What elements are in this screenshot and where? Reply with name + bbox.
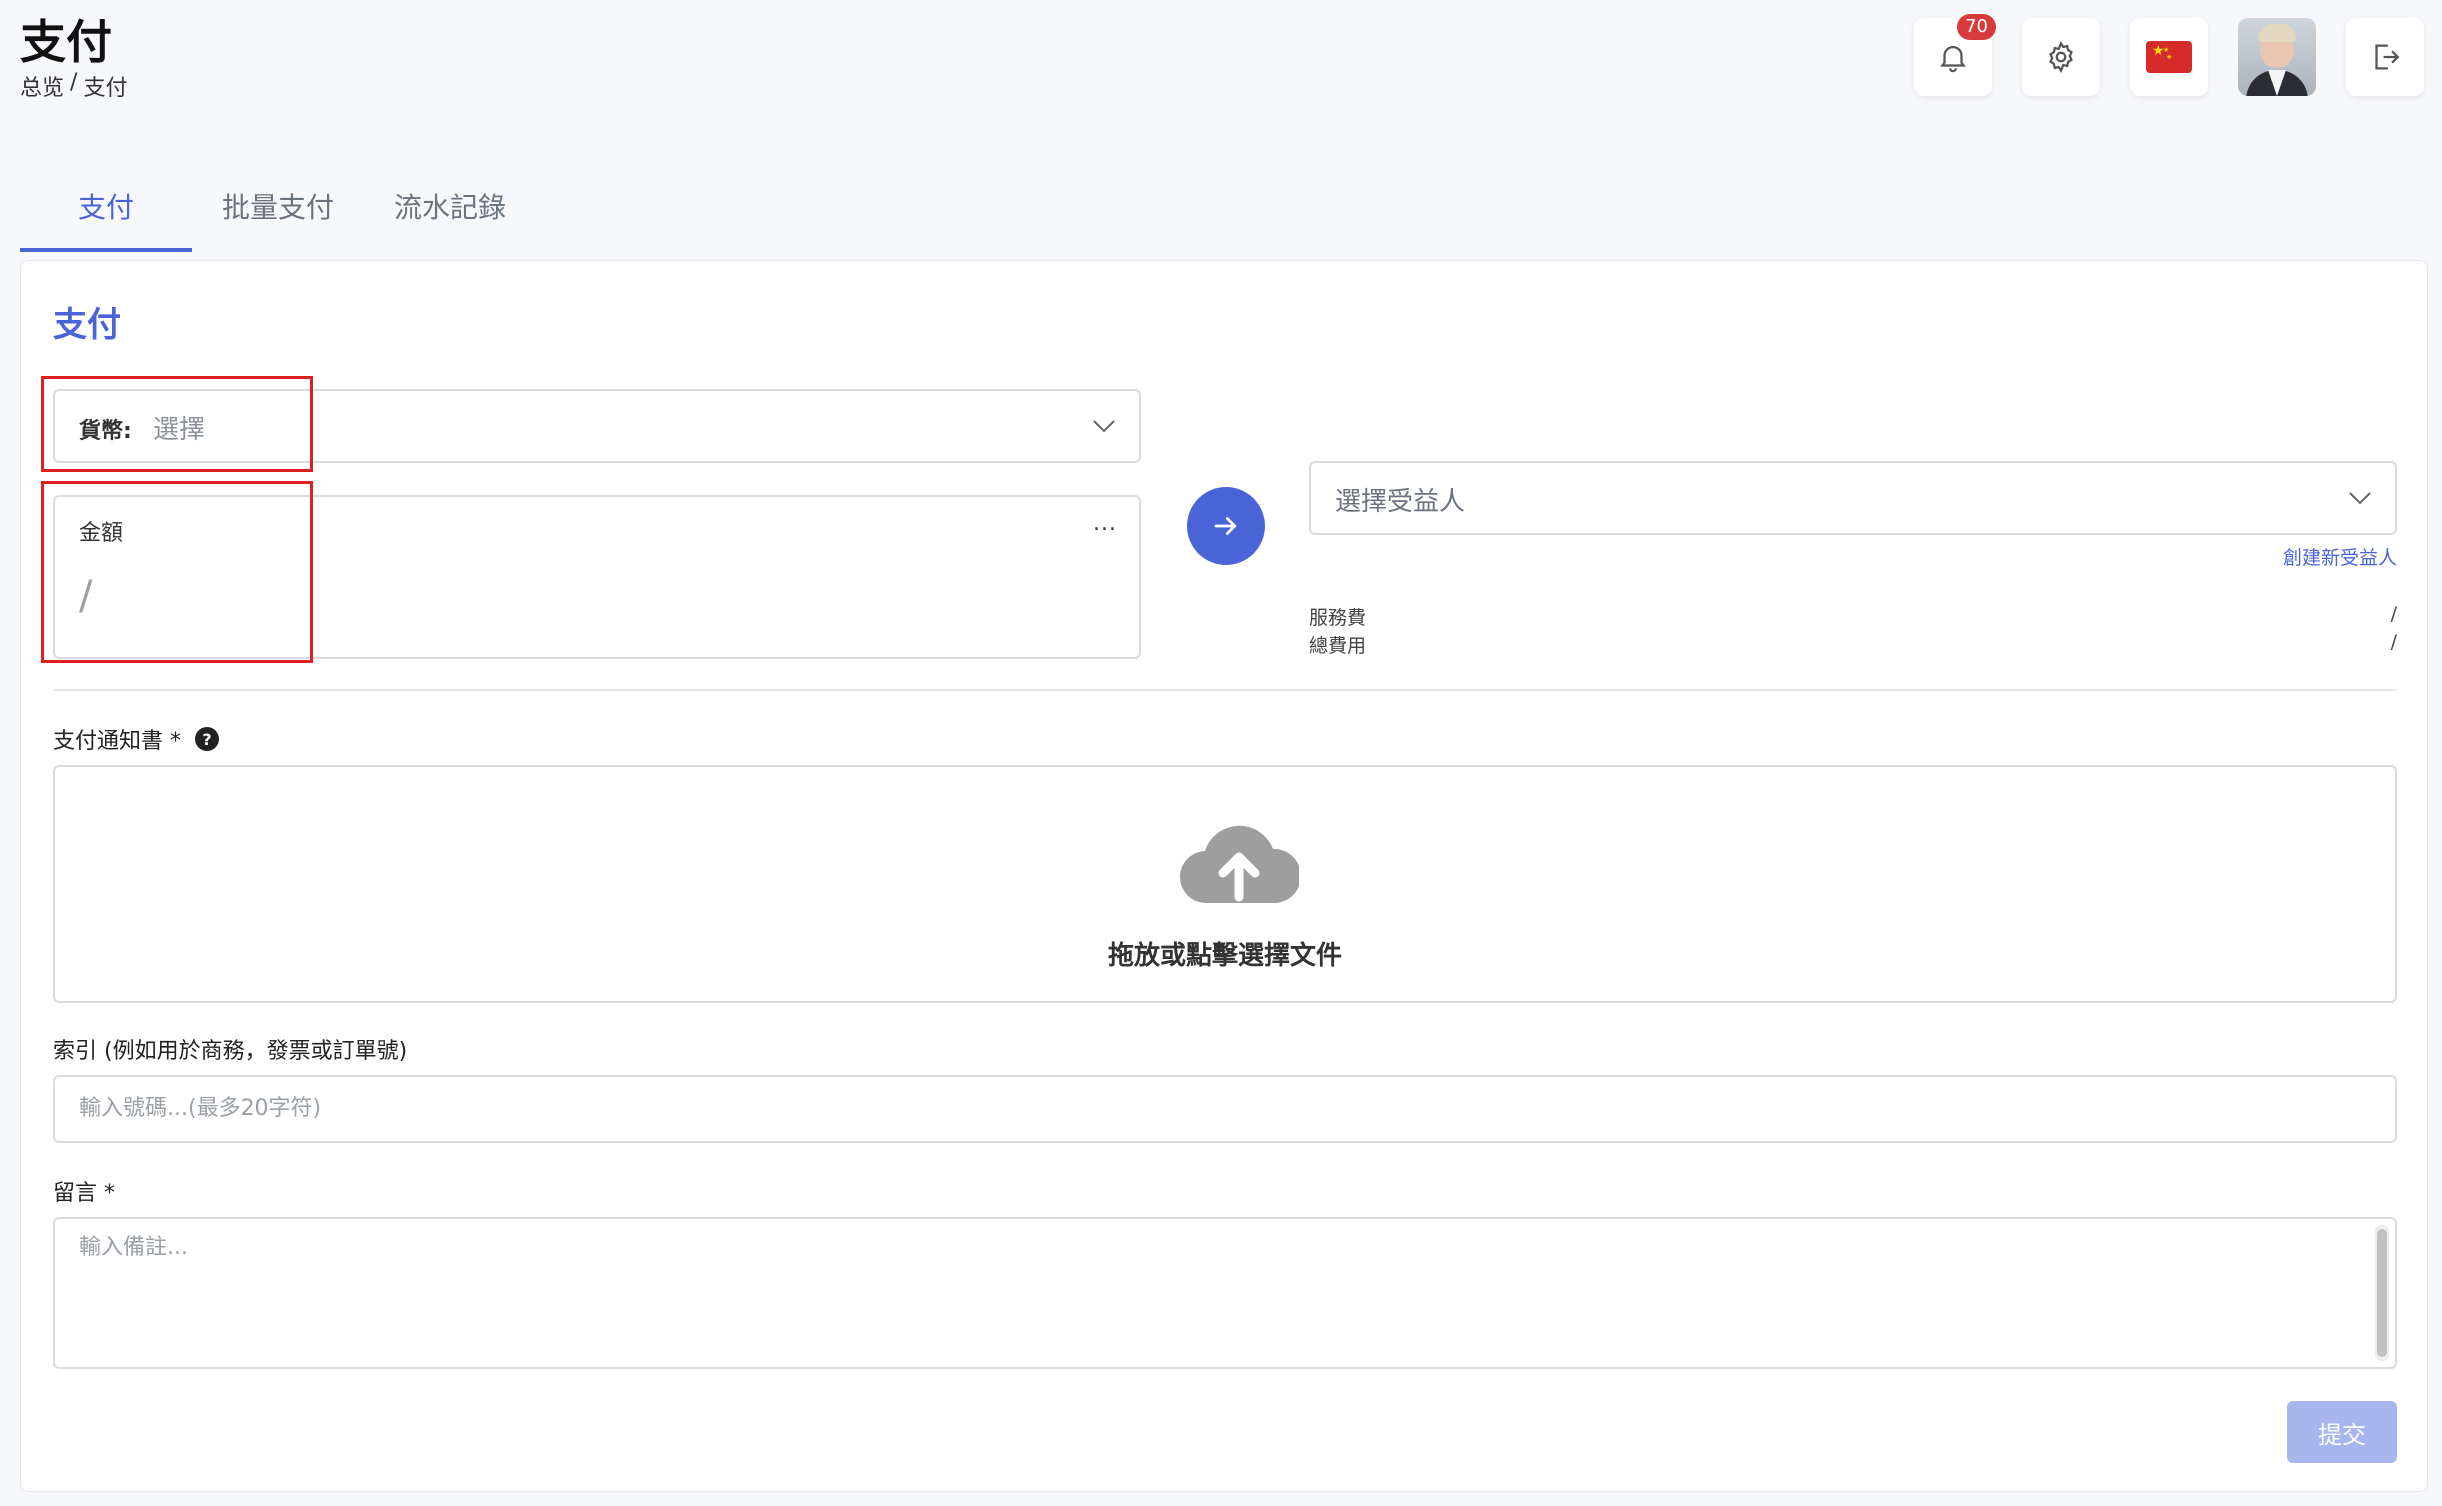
tab-bar: 支付 批量支付 流水記錄 bbox=[20, 168, 536, 252]
arrow-right-icon bbox=[1214, 517, 1237, 535]
payment-card: 支付 貨幣: 選擇 金額 / ... 選擇受益人 創建新受益人 服務費 / 總費… bbox=[20, 260, 2428, 1492]
textarea-scrollbar[interactable] bbox=[2375, 1225, 2389, 1361]
service-fee-label: 服務費 bbox=[1309, 607, 1367, 629]
arrow-right-button[interactable] bbox=[1187, 487, 1265, 565]
settings-button[interactable] bbox=[2022, 18, 2100, 96]
bell-icon bbox=[1940, 46, 1966, 73]
chevron-down-icon bbox=[2349, 492, 2371, 505]
logout-icon bbox=[2375, 44, 2400, 70]
message-placeholder: 輸入備註... bbox=[79, 1235, 188, 1260]
logout-button[interactable] bbox=[2346, 18, 2424, 96]
service-fee-value: / bbox=[2390, 603, 2397, 625]
payment-notice-label: 支付通知書 * ? bbox=[53, 723, 219, 755]
help-icon[interactable]: ? bbox=[195, 727, 219, 751]
highlight-box-currency bbox=[41, 376, 313, 472]
notifications-button[interactable]: 70 bbox=[1914, 14, 1996, 96]
create-beneficiary-link[interactable]: 創建新受益人 bbox=[2283, 543, 2397, 570]
breadcrumb-separator: / bbox=[70, 70, 78, 95]
gear-icon bbox=[2049, 41, 2073, 73]
divider bbox=[53, 689, 2397, 691]
submit-button[interactable]: 提交 bbox=[2287, 1401, 2397, 1463]
card-title: 支付 bbox=[53, 305, 121, 345]
page-title: 支付 bbox=[20, 15, 112, 69]
beneficiary-placeholder: 選擇受益人 bbox=[1335, 487, 1466, 517]
total-fee-label: 總費用 bbox=[1309, 635, 1367, 657]
total-fee-row: 總費用 / bbox=[1309, 631, 2397, 658]
message-textarea[interactable]: 輸入備註... bbox=[53, 1217, 2397, 1369]
chevron-down-icon bbox=[1093, 420, 1115, 433]
tab-transaction-history[interactable]: 流水記錄 bbox=[364, 168, 536, 252]
highlight-box-amount bbox=[41, 481, 313, 663]
tab-batch-payment[interactable]: 批量支付 bbox=[192, 168, 364, 252]
breadcrumb: 总览 / 支付 bbox=[20, 70, 127, 102]
total-fee-value: / bbox=[2390, 631, 2397, 653]
beneficiary-select[interactable]: 選擇受益人 bbox=[1309, 461, 2397, 535]
avatar[interactable] bbox=[2238, 18, 2316, 96]
reference-label: 索引 (例如用於商務，發票或訂單號) bbox=[53, 1039, 408, 1064]
payment-notice-label-text: 支付通知書 * bbox=[53, 729, 181, 754]
notification-badge: 70 bbox=[1957, 14, 1996, 40]
message-label: 留言 * bbox=[53, 1181, 115, 1206]
breadcrumb-item-overview[interactable]: 总览 bbox=[20, 70, 64, 102]
tab-payment[interactable]: 支付 bbox=[20, 168, 192, 252]
header-actions: 70 ★ ★ ★ bbox=[1914, 14, 2424, 96]
file-upload-dropzone[interactable]: 拖放或點擊選擇文件 bbox=[53, 765, 2397, 1003]
service-fee-row: 服務費 / bbox=[1309, 603, 2397, 630]
reference-input[interactable]: 輸入號碼...(最多20字符) bbox=[53, 1075, 2397, 1143]
more-options-icon[interactable]: ... bbox=[1093, 511, 1117, 536]
china-flag-icon: ★ ★ ★ bbox=[2146, 41, 2192, 73]
upload-instruction: 拖放或點擊選擇文件 bbox=[1107, 941, 1342, 971]
breadcrumb-item-current: 支付 bbox=[83, 76, 128, 101]
language-button[interactable]: ★ ★ ★ bbox=[2130, 18, 2208, 96]
cloud-upload-icon bbox=[1180, 825, 1299, 904]
